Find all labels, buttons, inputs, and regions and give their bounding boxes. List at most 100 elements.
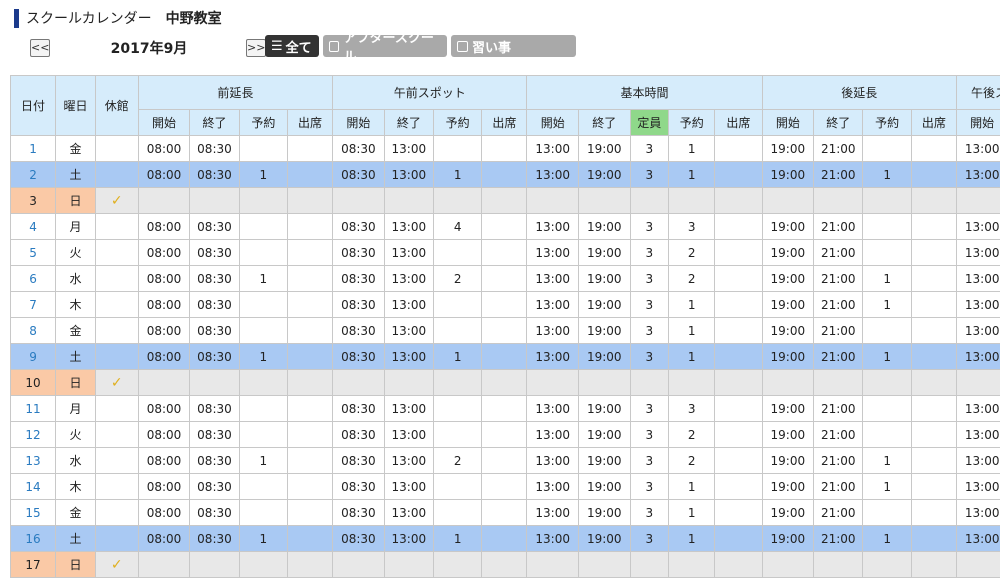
cell-basic-reserve: 2: [668, 421, 716, 448]
cell-afternoon-start: 13:00: [955, 499, 1000, 526]
cell-basic-capacity: 3: [629, 421, 670, 448]
cell-date[interactable]: 15: [10, 499, 57, 526]
calendar-row[interactable]: 6 水 08:00 08:30 1 08:30 13:00 2 13:00 19:00 3 2 19:0…: [10, 265, 1000, 292]
cell-early-reserve: 1: [238, 525, 288, 552]
cell-date[interactable]: 2: [10, 161, 57, 188]
cell-basic-attend: [714, 551, 763, 578]
cell-late-end: [813, 369, 864, 396]
calendar-row[interactable]: 3 日 ✓: [10, 187, 1000, 214]
cell-late-end: 21:00: [813, 395, 864, 422]
cell-late-reserve: 1: [862, 525, 912, 552]
cell-morning-reserve: [433, 499, 483, 526]
cell-basic-start: 13:00: [526, 343, 579, 370]
calendar-row[interactable]: 14 木 08:00 08:30 08:30 13:00 13:00 19:00 3 1 19:00…: [10, 473, 1000, 500]
cell-morning-attend: [481, 369, 528, 396]
cell-dow: 月: [55, 395, 96, 422]
cell-basic-attend: [714, 135, 763, 162]
cell-early-attend: [286, 395, 334, 422]
cell-early-end: [189, 369, 240, 396]
calendar-row[interactable]: 7 木 08:00 08:30 08:30 13:00 13:00 19:00 3 1 19:00 2…: [10, 291, 1000, 318]
cell-late-reserve: 1: [862, 161, 912, 188]
cell-morning-reserve: [433, 135, 483, 162]
col-header-start: 開始: [526, 109, 579, 136]
cell-basic-reserve: 1: [668, 135, 716, 162]
next-month-button[interactable]: >>: [246, 39, 266, 57]
cell-morning-reserve: [433, 421, 483, 448]
cell-late-start: 19:00: [761, 213, 815, 240]
cell-date[interactable]: 13: [10, 447, 57, 474]
cell-closed: ✓: [94, 551, 139, 578]
cell-morning-reserve: [433, 551, 483, 578]
cell-closed: [94, 135, 139, 162]
col-header-end: 終了: [189, 109, 240, 136]
cell-date[interactable]: 16: [10, 525, 57, 552]
cell-early-end: 08:30: [189, 161, 240, 188]
cell-dow: 水: [55, 447, 96, 474]
cell-dow: 月: [55, 213, 96, 240]
cell-early-start: 08:00: [137, 525, 191, 552]
cell-closed: [94, 317, 139, 344]
cell-basic-start: 13:00: [526, 265, 579, 292]
cell-morning-end: [383, 369, 435, 396]
cell-date[interactable]: 3: [10, 187, 57, 214]
cell-basic-start: 13:00: [526, 213, 579, 240]
cell-date[interactable]: 1: [10, 135, 57, 162]
calendar-table-container[interactable]: 日付 曜日 休館 前延長 午前スポット 基本時間 後延長 午後スポット 開始 終…: [10, 75, 1000, 580]
tab-after-school[interactable]: アフタースクール: [323, 31, 447, 65]
cell-late-reserve: 1: [862, 265, 912, 292]
cell-date[interactable]: 8: [10, 317, 57, 344]
cell-late-attend: [910, 239, 957, 266]
cell-early-reserve: [238, 135, 288, 162]
calendar-row[interactable]: 9 土 08:00 08:30 1 08:30 13:00 1 13:00 19:00 3 1 19:0…: [10, 343, 1000, 370]
cell-date[interactable]: 12: [10, 421, 57, 448]
cell-dow: 木: [55, 291, 96, 318]
cell-date[interactable]: 14: [10, 473, 57, 500]
cell-date[interactable]: 17: [10, 551, 57, 578]
cell-late-start: 19:00: [761, 317, 815, 344]
cell-early-end: 08:30: [189, 213, 240, 240]
calendar-row[interactable]: 10 日 ✓: [10, 369, 1000, 396]
cell-late-attend: [910, 161, 957, 188]
calendar-row[interactable]: 15 金 08:00 08:30 08:30 13:00 13:00 19:00 3 1 19:00…: [10, 499, 1000, 526]
calendar-row[interactable]: 12 火 08:00 08:30 08:30 13:00 13:00 19:00 3 2 19:00…: [10, 421, 1000, 448]
tab-all[interactable]: ☰ 全て: [265, 35, 319, 57]
col-header-reserve: 予約: [862, 109, 912, 136]
cell-morning-reserve: [433, 395, 483, 422]
cell-early-end: 08:30: [189, 239, 240, 266]
group-header-basic-time: 基本時間: [526, 75, 763, 110]
calendar-row[interactable]: 11 月 08:00 08:30 08:30 13:00 13:00 19:00 3 3 19:00…: [10, 395, 1000, 422]
cell-late-start: 19:00: [761, 265, 815, 292]
calendar-row[interactable]: 2 土 08:00 08:30 1 08:30 13:00 1 13:00 19:00 3 1 19:0…: [10, 161, 1000, 188]
cell-late-attend: [910, 395, 957, 422]
cell-date[interactable]: 5: [10, 239, 57, 266]
cell-early-end: 08:30: [189, 421, 240, 448]
cell-date[interactable]: 10: [10, 369, 57, 396]
calendar-row[interactable]: 1 金 08:00 08:30 08:30 13:00 13:00 19:00 3 1 19:00 2…: [10, 135, 1000, 162]
cell-late-end: 21:00: [813, 499, 864, 526]
prev-month-button[interactable]: <<: [30, 39, 50, 57]
cell-date[interactable]: 4: [10, 213, 57, 240]
calendar-row[interactable]: 8 金 08:00 08:30 08:30 13:00 13:00 19:00 3 1 19:00 2…: [10, 317, 1000, 344]
calendar-row[interactable]: 13 水 08:00 08:30 1 08:30 13:00 2 13:00 19:00 3 2 19:…: [10, 447, 1000, 474]
cell-early-start: 08:00: [137, 161, 191, 188]
cell-date[interactable]: 9: [10, 343, 57, 370]
cell-date[interactable]: 11: [10, 395, 57, 422]
cell-basic-attend: [714, 525, 763, 552]
cell-basic-end: [577, 187, 631, 214]
calendar-row[interactable]: 17 日 ✓: [10, 551, 1000, 578]
calendar-row[interactable]: 16 土 08:00 08:30 1 08:30 13:00 1 13:00 19:00 3 1 19:…: [10, 525, 1000, 552]
cell-morning-reserve: 1: [433, 525, 483, 552]
cell-date[interactable]: 7: [10, 291, 57, 318]
col-header-capacity: 定員: [629, 109, 670, 136]
calendar-row[interactable]: 5 火 08:00 08:30 08:30 13:00 13:00 19:00 3 2 19:00 2…: [10, 239, 1000, 266]
cell-morning-attend: [481, 499, 528, 526]
calendar-row[interactable]: 4 月 08:00 08:30 08:30 13:00 4 13:00 19:00 3 3 19:00…: [10, 213, 1000, 240]
cell-late-start: 19:00: [761, 525, 815, 552]
col-header-attend: 出席: [286, 109, 334, 136]
cell-morning-attend: [481, 317, 528, 344]
cell-morning-attend: [481, 525, 528, 552]
cell-date[interactable]: 6: [10, 265, 57, 292]
cell-closed: [94, 473, 139, 500]
cell-basic-capacity: 3: [629, 265, 670, 292]
tab-lessons[interactable]: 習い事: [451, 35, 576, 57]
